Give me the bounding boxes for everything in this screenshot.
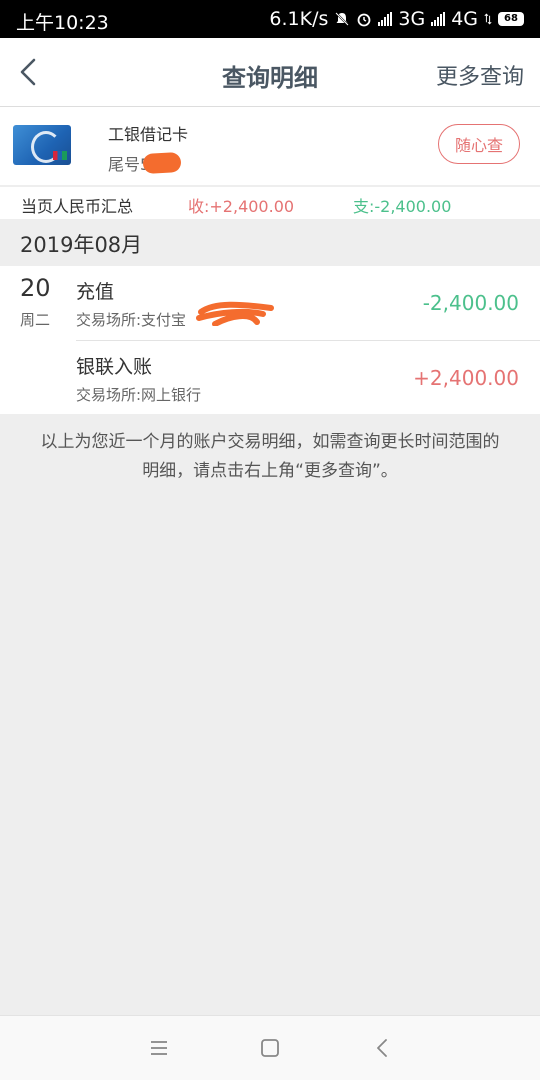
transaction-amount: -2,400.00 — [422, 291, 519, 315]
card-name: 工银借记卡 — [108, 125, 189, 144]
info-note-line: 以上为您近一个月的账户交易明细，如需查询更长时间范围的 — [40, 432, 500, 452]
system-nav-bar — [0, 1015, 540, 1080]
status-time: 上午10:23 — [16, 12, 109, 34]
month-label: 2019年08月 — [20, 233, 143, 257]
network-type-2: 4G — [451, 8, 478, 30]
transaction-weekday: 周二 — [20, 311, 51, 329]
transaction-row[interactable]: 银联入账 交易场所:网上银行 +2,400.00 — [0, 341, 540, 415]
info-note-line: 明细，请点击右上角“更多查询”。 — [142, 461, 398, 481]
status-icons: 6.1K/s 3G 4G 68 — [269, 8, 524, 30]
bank-card-image — [13, 125, 71, 165]
more-query-button[interactable]: 更多查询 — [436, 59, 524, 91]
info-note: 以上为您近一个月的账户交易明细，如需查询更长时间范围的 明细，请点击右上角“更多… — [0, 428, 540, 486]
nav-bar: 查询明细 更多查询 — [0, 38, 540, 107]
signal-bars-icon — [378, 12, 393, 26]
back-nav-icon[interactable] — [371, 1036, 395, 1060]
battery-icon: 68 — [498, 12, 524, 26]
transaction-place: 交易场所:支付宝 — [76, 311, 187, 329]
unionpay-icon — [53, 151, 67, 160]
transaction-amount: +2,400.00 — [413, 366, 519, 390]
card-panel: 工银借记卡 尾号5 随心查 — [0, 107, 540, 185]
data-transfer-icon — [484, 13, 492, 25]
summary-label: 当页人民币汇总 — [21, 197, 134, 216]
transaction-list: 20 周二 充值 交易场所:支付宝 -2,400.00 银联入账 交易场所:网上… — [0, 266, 540, 414]
transaction-title: 充值 — [76, 281, 115, 303]
network-type-1: 3G — [398, 8, 426, 30]
signal-bars-icon-2 — [431, 12, 446, 26]
alarm-clock-icon — [357, 13, 371, 27]
net-speed: 6.1K/s — [269, 8, 329, 30]
home-icon[interactable] — [258, 1036, 282, 1060]
transaction-day: 20 — [20, 274, 51, 302]
status-bar: 上午10:23 6.1K/s 3G 4G 68 — [0, 0, 540, 38]
redaction-mark — [196, 301, 274, 326]
menu-icon[interactable] — [147, 1036, 171, 1060]
summary-expense: 支:-2,400.00 — [353, 197, 452, 216]
summary-income: 收:+2,400.00 — [188, 197, 295, 216]
flexible-query-button[interactable]: 随心查 — [438, 124, 520, 164]
mute-bell-icon — [335, 12, 350, 26]
transaction-title: 银联入账 — [76, 356, 153, 378]
transaction-place: 交易场所:网上银行 — [76, 386, 202, 404]
redaction-mark — [142, 152, 182, 174]
month-header: 2019年08月 — [0, 220, 540, 265]
summary-bar: 当页人民币汇总 收:+2,400.00 支:-2,400.00 — [0, 187, 540, 219]
